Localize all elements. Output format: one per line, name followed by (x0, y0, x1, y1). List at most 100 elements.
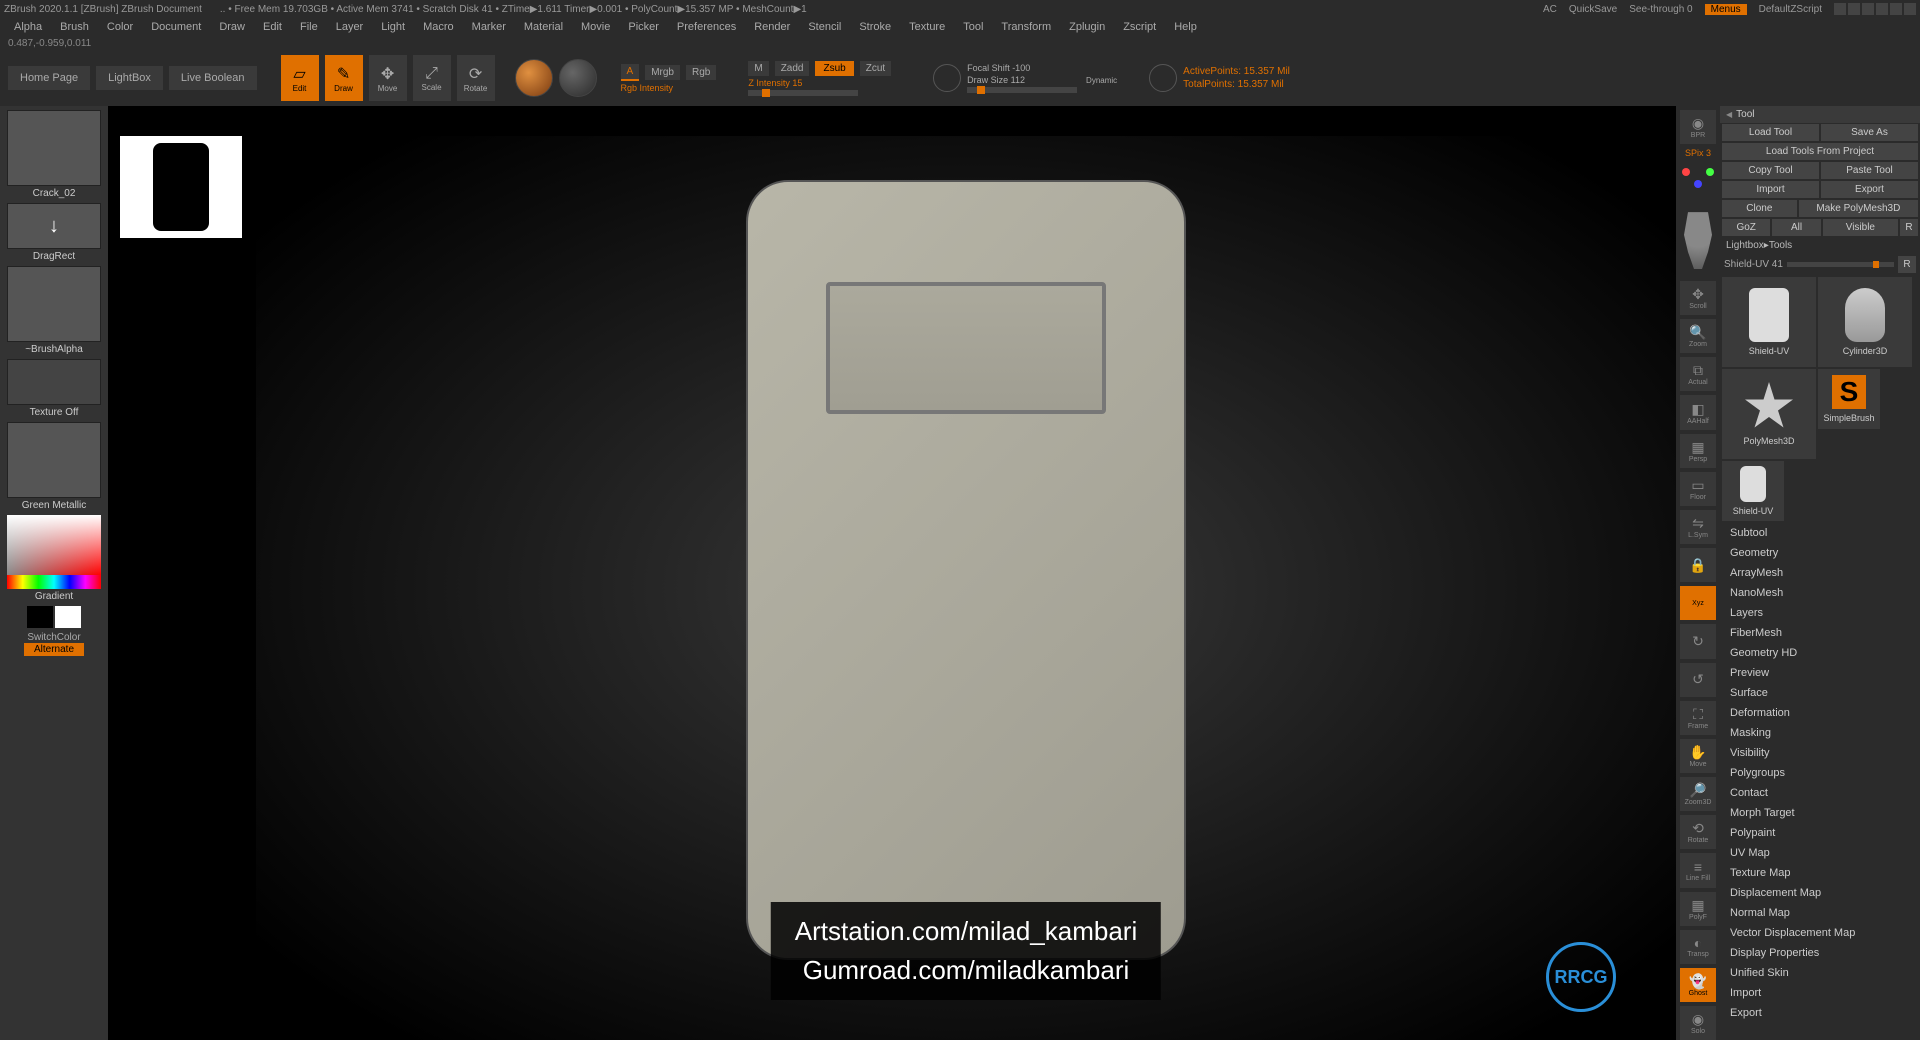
close-icon[interactable] (1904, 3, 1916, 15)
make-polymesh3d-button[interactable]: Make PolyMesh3D (1799, 200, 1918, 217)
sec-preview[interactable]: Preview (1720, 663, 1920, 683)
ghost-button[interactable]: 👻Ghost (1680, 968, 1716, 1002)
load-from-project-button[interactable]: Load Tools From Project (1722, 143, 1918, 160)
goz-r-button[interactable]: R (1900, 219, 1918, 236)
menu-help[interactable]: Help (1174, 21, 1197, 33)
draw-mode-button[interactable]: ✎Draw (325, 55, 363, 101)
xyz-button[interactable]: Xyz (1680, 586, 1716, 620)
menu-preferences[interactable]: Preferences (677, 21, 736, 33)
polyf-button[interactable]: ▦PolyF (1680, 892, 1716, 926)
quicksave-button[interactable]: QuickSave (1569, 4, 1617, 15)
sec-unifiedskin[interactable]: Unified Skin (1720, 963, 1920, 983)
aahalf-button[interactable]: ◧AAHalf (1680, 395, 1716, 429)
menu-texture[interactable]: Texture (909, 21, 945, 33)
tool-cell-simplebrush[interactable]: SSimpleBrush (1818, 369, 1880, 429)
switchcolor-label[interactable]: SwitchColor (27, 632, 80, 643)
focal-shift-icon[interactable] (933, 64, 961, 92)
zoom3d-button[interactable]: 🔎Zoom3D (1680, 777, 1716, 811)
defaultzscript-button[interactable]: DefaultZScript (1759, 4, 1822, 15)
layout1-icon[interactable] (1834, 3, 1846, 15)
menu-render[interactable]: Render (754, 21, 790, 33)
m-toggle[interactable]: M (748, 61, 768, 76)
actual-button[interactable]: ⧉Actual (1680, 357, 1716, 391)
sec-masking[interactable]: Masking (1720, 723, 1920, 743)
menu-brush[interactable]: Brush (60, 21, 89, 33)
brush-depth-icon[interactable] (1149, 64, 1177, 92)
menu-draw[interactable]: Draw (219, 21, 245, 33)
rotate-mode-button[interactable]: ⟳Rotate (457, 55, 495, 101)
goz-button[interactable]: GoZ (1722, 219, 1770, 236)
z-axis-button[interactable]: ↺ (1680, 663, 1716, 697)
sec-layers[interactable]: Layers (1720, 603, 1920, 623)
menu-light[interactable]: Light (381, 21, 405, 33)
menu-macro[interactable]: Macro (423, 21, 454, 33)
y-axis-button[interactable]: ↻ (1680, 624, 1716, 658)
sec-nanomesh[interactable]: NanoMesh (1720, 583, 1920, 603)
menu-tool[interactable]: Tool (963, 21, 983, 33)
color-picker[interactable]: Gradient (7, 515, 101, 602)
menu-zplugin[interactable]: Zplugin (1069, 21, 1105, 33)
sec-fibermesh[interactable]: FiberMesh (1720, 623, 1920, 643)
material-thumb[interactable]: Green Metallic (7, 422, 101, 511)
sec-polypaint[interactable]: Polypaint (1720, 823, 1920, 843)
paste-tool-button[interactable]: Paste Tool (1821, 162, 1918, 179)
sec-displacementmap[interactable]: Displacement Map (1720, 883, 1920, 903)
tool-cell-polymesh[interactable]: PolyMesh3D (1722, 369, 1816, 459)
sec-contact[interactable]: Contact (1720, 783, 1920, 803)
spix-label[interactable]: SPix 3 (1685, 148, 1711, 158)
layout2-icon[interactable] (1848, 3, 1860, 15)
mrgb-toggle[interactable]: Mrgb (645, 65, 680, 80)
sec-import[interactable]: Import (1720, 983, 1920, 1003)
sec-surface[interactable]: Surface (1720, 683, 1920, 703)
frame-button[interactable]: ⛶Frame (1680, 701, 1716, 735)
move3d-button[interactable]: ✋Move (1680, 739, 1716, 773)
save-as-button[interactable]: Save As (1821, 124, 1918, 141)
main-color-swatch[interactable] (27, 606, 53, 628)
lsym-button[interactable]: ⇋L.Sym (1680, 510, 1716, 544)
sec-displayprops[interactable]: Display Properties (1720, 943, 1920, 963)
sec-export[interactable]: Export (1720, 1003, 1920, 1023)
scale-mode-button[interactable]: ⤢Scale (413, 55, 451, 101)
menu-material[interactable]: Material (524, 21, 563, 33)
menu-layer[interactable]: Layer (336, 21, 364, 33)
tool-panel-header[interactable]: Tool (1720, 106, 1920, 123)
tool-cell-shield[interactable]: Shield-UV (1722, 277, 1816, 367)
tool-cell-cylinder[interactable]: Cylinder3D (1818, 277, 1912, 367)
menu-color[interactable]: Color (107, 21, 133, 33)
menus-button[interactable]: Menus (1705, 4, 1747, 15)
sec-geometry[interactable]: Geometry (1720, 543, 1920, 563)
brush-thumb[interactable]: Crack_02 (7, 110, 101, 199)
sec-geometryhd[interactable]: Geometry HD (1720, 643, 1920, 663)
linefill-button[interactable]: ≡Line Fill (1680, 853, 1716, 887)
move-mode-button[interactable]: ✥Move (369, 55, 407, 101)
tool-cell-shield2[interactable]: Shield-UV (1722, 461, 1784, 521)
menu-file[interactable]: File (300, 21, 318, 33)
minimize-icon[interactable] (1876, 3, 1888, 15)
hue-bar[interactable] (7, 575, 101, 589)
dynamic-label[interactable]: Dynamic (1086, 76, 1117, 85)
goz-all-button[interactable]: All (1772, 219, 1820, 236)
zsub-toggle[interactable]: Zsub (815, 61, 853, 76)
menu-document[interactable]: Document (151, 21, 201, 33)
lock-button[interactable]: 🔒 (1680, 548, 1716, 582)
goz-visible-button[interactable]: Visible (1823, 219, 1898, 236)
zcut-toggle[interactable]: Zcut (860, 61, 891, 76)
tool-slider[interactable] (1787, 262, 1894, 267)
live-boolean-button[interactable]: Live Boolean (169, 66, 257, 90)
alpha-thumb-left[interactable]: ~BrushAlpha (7, 266, 101, 355)
sec-normalmap[interactable]: Normal Map (1720, 903, 1920, 923)
export-button[interactable]: Export (1821, 181, 1918, 198)
menu-edit[interactable]: Edit (263, 21, 282, 33)
home-page-button[interactable]: Home Page (8, 66, 90, 90)
sec-texturemap[interactable]: Texture Map (1720, 863, 1920, 883)
z-intensity-slider[interactable] (748, 90, 858, 96)
dynamesh-button[interactable] (559, 59, 597, 97)
floor-button[interactable]: ▭Floor (1680, 472, 1716, 506)
clone-button[interactable]: Clone (1722, 200, 1797, 217)
sec-subtool[interactable]: Subtool (1720, 523, 1920, 543)
sec-uvmap[interactable]: UV Map (1720, 843, 1920, 863)
zadd-toggle[interactable]: Zadd (775, 61, 810, 76)
menu-zscript[interactable]: Zscript (1123, 21, 1156, 33)
menu-movie[interactable]: Movie (581, 21, 610, 33)
menu-marker[interactable]: Marker (472, 21, 506, 33)
